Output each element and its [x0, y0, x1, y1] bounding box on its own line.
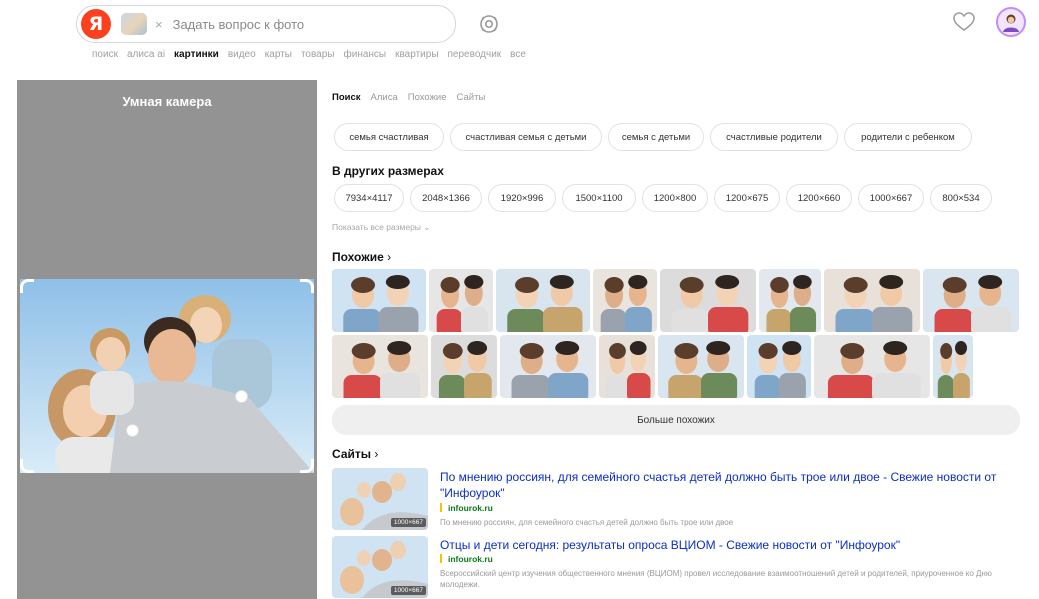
service-tabs: поиск алиса ai картинки видео карты това… — [92, 49, 526, 60]
search-bar[interactable]: Я × Задать вопрос к фото — [76, 5, 456, 43]
heart-icon[interactable] — [953, 12, 975, 32]
tab-goods[interactable]: товары — [301, 49, 335, 60]
size-chip[interactable]: 1200×675 — [714, 184, 780, 212]
crop-corner-top-left[interactable] — [20, 279, 34, 293]
site-host-label: infourok.ru — [448, 554, 493, 564]
site-host[interactable]: infourok.ru — [440, 503, 493, 513]
site-thumbnail[interactable]: 1000×667 — [332, 468, 428, 530]
smart-camera-title: Умная камера — [122, 94, 212, 109]
suggestion-chip[interactable]: семья с детьми — [608, 123, 704, 151]
camera-lens-icon[interactable] — [478, 13, 500, 35]
site-result-title[interactable]: Отцы и дети сегодня: результаты опроса В… — [440, 537, 1000, 553]
similar-image-tile[interactable] — [496, 269, 590, 332]
size-chip[interactable]: 1200×660 — [786, 184, 852, 212]
chevron-right-icon: › — [374, 447, 379, 461]
show-all-sizes-link[interactable]: Показать все размеры ⌄ — [332, 222, 430, 233]
query-photo[interactable] — [20, 279, 314, 473]
suggestion-chip[interactable]: счастливая семья с детьми — [450, 123, 602, 151]
size-chip[interactable]: 2048×1366 — [410, 184, 482, 212]
sizes-heading: В других размерах — [332, 164, 444, 178]
size-chip[interactable]: 1000×667 — [858, 184, 924, 212]
site-host-label: infourok.ru — [448, 503, 493, 513]
similar-image-tile[interactable] — [599, 335, 655, 398]
similar-image-tile[interactable] — [747, 335, 811, 398]
sites-heading[interactable]: Сайты › — [332, 447, 378, 461]
site-result-title[interactable]: По мнению россиян, для семейного счастья… — [440, 469, 1000, 501]
similar-image-tile[interactable] — [814, 335, 930, 398]
tab-video[interactable]: видео — [228, 49, 256, 60]
site-result-snippet: Всероссийский центр изучения общественно… — [440, 569, 992, 589]
similar-image-tile[interactable] — [593, 269, 657, 332]
crop-corner-top-right[interactable] — [300, 279, 314, 293]
tab-search-results[interactable]: Поиск — [332, 92, 361, 103]
tab-images[interactable]: картинки — [174, 49, 219, 60]
image-size-badge: 1000×667 — [390, 586, 426, 595]
chevron-right-icon: › — [387, 250, 392, 264]
size-chip[interactable]: 1500×1100 — [562, 184, 636, 212]
similar-image-tile[interactable] — [923, 269, 1019, 332]
query-image-chip[interactable] — [121, 13, 147, 35]
show-all-sizes-label: Показать все размеры — [332, 222, 421, 232]
size-chip[interactable]: 7934×4117 — [334, 184, 404, 212]
tab-alice[interactable]: алиса ai — [127, 49, 165, 60]
more-similar-button[interactable]: Больше похожих — [332, 405, 1020, 435]
yandex-logo[interactable]: Я — [81, 9, 111, 39]
similar-image-tile[interactable] — [660, 269, 756, 332]
tab-realty[interactable]: квартиры — [395, 49, 438, 60]
similar-image-tile[interactable] — [759, 269, 821, 332]
similar-image-tile[interactable] — [429, 269, 493, 332]
size-chip[interactable]: 800×534 — [930, 184, 992, 212]
top-header: Я × Задать вопрос к фото поиск алиса ai … — [0, 0, 1039, 72]
chevron-down-icon: ⌄ — [423, 222, 431, 232]
remove-image-icon[interactable]: × — [155, 17, 163, 32]
tab-sites[interactable]: Сайты — [457, 92, 486, 103]
search-input[interactable]: Задать вопрос к фото — [173, 17, 305, 32]
tab-similar[interactable]: Похожие — [408, 92, 447, 103]
site-result-snippet: По мнению россиян, для семейного счастья… — [440, 518, 734, 527]
tab-alice-results[interactable]: Алиса — [371, 92, 398, 103]
site-thumbnail[interactable]: 1000×667 — [332, 536, 428, 598]
tab-maps[interactable]: карты — [265, 49, 292, 60]
tab-finance[interactable]: финансы — [344, 49, 387, 60]
tab-translate[interactable]: переводчик — [448, 49, 502, 60]
similar-image-tile[interactable] — [431, 335, 497, 398]
tab-all[interactable]: все — [510, 49, 526, 60]
similar-image-tile[interactable] — [332, 269, 426, 332]
suggestion-chip[interactable]: семья счастливая — [334, 123, 444, 151]
object-marker[interactable] — [126, 424, 139, 437]
image-size-badge: 1000×667 — [390, 518, 426, 527]
avatar-icon[interactable] — [996, 7, 1026, 37]
similar-image-tile[interactable] — [658, 335, 744, 398]
similar-image-tile[interactable] — [933, 335, 973, 398]
size-chip[interactable]: 1920×996 — [488, 184, 556, 212]
similar-heading-label: Похожие — [332, 250, 384, 264]
results-panel: Поиск Алиса Похожие Сайты семья счастлив… — [318, 80, 1030, 599]
size-chip[interactable]: 1200×800 — [642, 184, 708, 212]
smart-camera-panel: Умная камера — [17, 80, 317, 599]
similar-image-tile[interactable] — [824, 269, 920, 332]
sites-heading-label: Сайты — [332, 447, 371, 461]
similar-heading[interactable]: Похожие › — [332, 250, 391, 264]
site-host[interactable]: infourok.ru — [440, 554, 493, 564]
results-tabs: Поиск Алиса Похожие Сайты — [332, 92, 485, 103]
crop-corner-bottom-left[interactable] — [20, 459, 34, 473]
tab-search[interactable]: поиск — [92, 49, 118, 60]
suggestion-chip[interactable]: родители с ребенком — [844, 123, 972, 151]
object-marker[interactable] — [235, 390, 248, 403]
similar-image-tile[interactable] — [332, 335, 428, 398]
similar-image-tile[interactable] — [500, 335, 596, 398]
suggestion-chip[interactable]: счастливые родители — [710, 123, 838, 151]
